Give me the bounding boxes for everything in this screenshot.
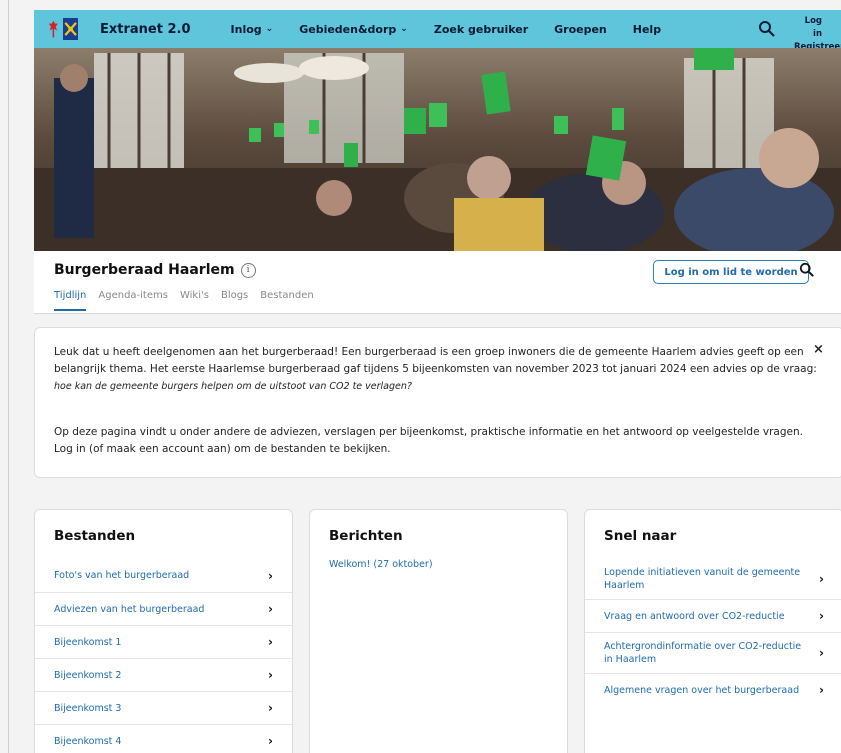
group-tabs: Tijdlijn Agenda-items Wiki's Blogs Besta…: [54, 290, 314, 311]
chevron-right-icon: ›: [268, 734, 273, 748]
nav-item-inlog[interactable]: Inlog ⌄: [231, 23, 274, 36]
group-header: Burgerberaad Haarlem i Log in om lid te …: [34, 251, 841, 314]
list-item[interactable]: Algemene vragen over het burgerberaad ›: [585, 673, 841, 706]
chevron-down-icon: ⌄: [265, 24, 274, 34]
chevron-right-icon: ›: [268, 568, 273, 583]
crest-logo-icon: [48, 20, 58, 38]
main-nav: Inlog ⌄ Gebieden&dorp ⌄ Zoek gebruiker G…: [231, 23, 688, 36]
list-item[interactable]: Lopende initiatieven vanuit de gemeente …: [585, 559, 841, 599]
close-icon[interactable]: ×: [813, 342, 824, 357]
hero-photo-illustration: [34, 48, 841, 251]
chevron-right-icon: ›: [268, 668, 273, 682]
page-frame: Extranet 2.0 Inlog ⌄ Gebieden&dorp ⌄ Zoe…: [8, 0, 841, 753]
group-title-text: Burgerberaad Haarlem: [54, 262, 235, 278]
intro-paragraph-1: Leuk dat u heeft deelgenomen aan het bur…: [54, 344, 819, 395]
search-icon[interactable]: [799, 262, 815, 278]
snel-naar-card: Snel naar Lopende initiatieven vanuit de…: [584, 509, 841, 753]
list-item[interactable]: Vraag en antwoord over CO2-reductie ›: [585, 599, 841, 632]
chevron-right-icon: ›: [819, 645, 824, 660]
card-title: Snel naar: [604, 528, 677, 544]
chevron-right-icon: ›: [268, 602, 273, 616]
berichten-card: Berichten Welkom! (27 oktober): [309, 509, 568, 753]
list-item-label: Lopende initiatieven vanuit de gemeente …: [604, 567, 801, 591]
login-link[interactable]: Log in: [794, 15, 840, 41]
intro-text: Leuk dat u heeft deelgenomen aan het bur…: [54, 346, 817, 375]
chevron-down-icon: ⌄: [400, 24, 408, 34]
tab-blogs[interactable]: Blogs: [221, 290, 248, 311]
nav-item-groepen[interactable]: Groepen: [554, 23, 607, 36]
nav-item-label: Groepen: [554, 22, 607, 36]
list-item-label: Bijeenkomst 2: [54, 669, 122, 681]
nav-item-label: Gebieden&dorp: [299, 22, 397, 36]
nav-item-gebieden[interactable]: Gebieden&dorp ⌄: [299, 23, 408, 36]
nav-item-help[interactable]: Help: [633, 23, 661, 36]
list-item-label: Foto's van het burgerberaad: [54, 570, 190, 581]
list-item[interactable]: Bijeenkomst 4 ›: [35, 724, 292, 753]
list-item-label: Achtergrondinformatie over CO2-reductie …: [604, 641, 802, 665]
intro-question: hoe kan de gemeente burgers helpen om de…: [54, 381, 412, 392]
tab-tijdlijn[interactable]: Tijdlijn: [54, 290, 87, 311]
list-item[interactable]: Achtergrondinformatie over CO2-reductie …: [585, 632, 841, 673]
list-item-label: Algemene vragen over het burgerberaad: [604, 684, 800, 696]
chevron-right-icon: ›: [819, 682, 824, 697]
list-item[interactable]: Adviezen van het burgerberaad ›: [35, 592, 292, 625]
municipal-flag-icon: [62, 18, 78, 40]
search-icon[interactable]: [758, 20, 776, 38]
info-icon[interactable]: i: [240, 262, 256, 278]
tab-bestanden[interactable]: Bestanden: [260, 290, 313, 311]
list-item[interactable]: Foto's van het burgerberaad ›: [35, 559, 292, 592]
card-title: Bestanden: [54, 528, 136, 544]
tab-wikis[interactable]: Wiki's: [180, 290, 209, 311]
chevron-right-icon: ›: [268, 701, 273, 715]
list-item-label: Vraag en antwoord over CO2-reductie: [604, 610, 785, 622]
list-item[interactable]: Bijeenkomst 2 ›: [35, 658, 292, 691]
nav-item-label: Inlog: [230, 22, 262, 36]
list-item[interactable]: Bijeenkomst 3 ›: [35, 691, 292, 724]
bestanden-card: Bestanden Foto's van het burgerberaad › A…: [34, 509, 293, 753]
top-navbar: Extranet 2.0 Inlog ⌄ Gebieden&dorp ⌄ Zoe…: [34, 10, 841, 52]
nav-item-label: Zoek gebruiker: [433, 22, 529, 36]
list-item-label: Bijeenkomst 1: [54, 636, 122, 648]
chevron-right-icon: ›: [819, 571, 824, 586]
list-item-label: Bijeenkomst 4: [54, 735, 122, 747]
site-logo[interactable]: [34, 10, 78, 48]
list-item-label: Bijeenkomst 3: [54, 702, 122, 714]
intro-card: Leuk dat u heeft deelgenomen aan het bur…: [34, 327, 841, 478]
list-item-label: Adviezen van het burgerberaad: [54, 603, 205, 615]
tab-agenda-items[interactable]: Agenda-items: [98, 290, 168, 311]
intro-paragraph-2: Op deze pagina vindt u onder andere de a…: [54, 426, 803, 455]
message-link[interactable]: Welkom! (27 oktober): [310, 559, 567, 570]
nav-item-zoek-gebruiker[interactable]: Zoek gebruiker: [434, 23, 528, 36]
nav-item-label: Help: [632, 22, 662, 36]
card-title: Berichten: [329, 528, 403, 544]
chevron-right-icon: ›: [268, 635, 273, 649]
list-item[interactable]: Bijeenkomst 1 ›: [35, 625, 292, 658]
group-title: Burgerberaad Haarlem i: [54, 262, 256, 278]
join-group-button[interactable]: Log in om lid te worden: [653, 260, 809, 284]
chevron-right-icon: ›: [819, 608, 824, 623]
brand-name[interactable]: Extranet 2.0: [100, 22, 191, 37]
hero-photo: [34, 48, 841, 251]
